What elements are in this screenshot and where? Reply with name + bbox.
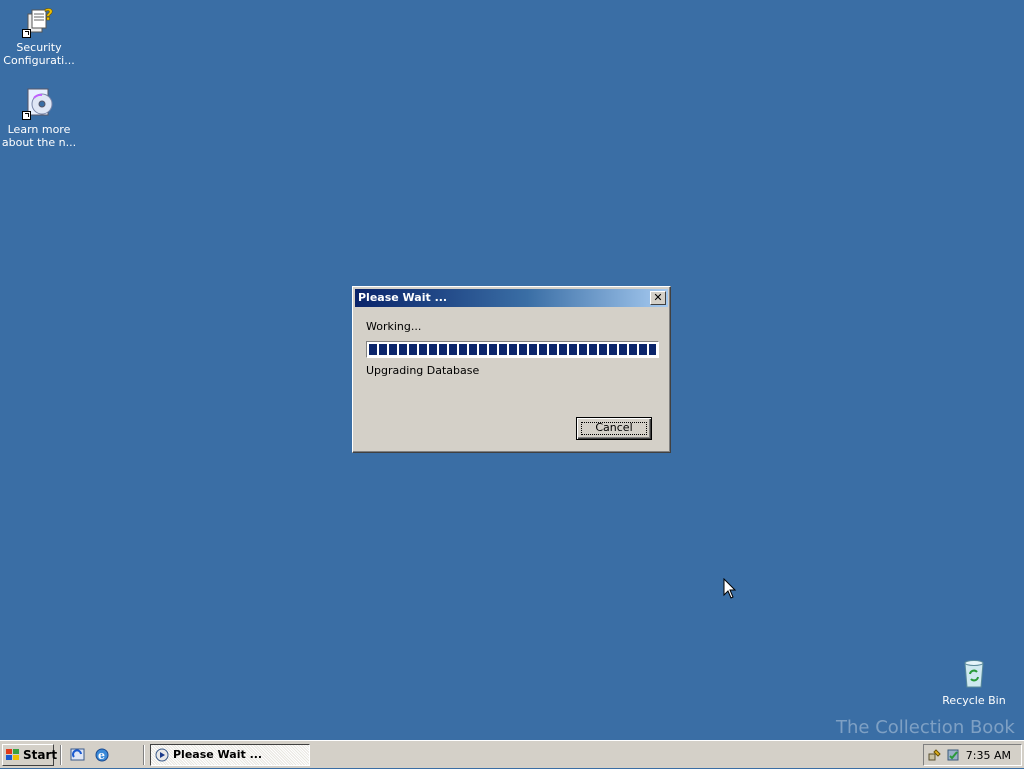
taskbar-separator bbox=[143, 745, 145, 765]
start-button-label: Start bbox=[23, 748, 58, 762]
show-desktop-icon[interactable] bbox=[70, 747, 86, 763]
shortcut-arrow-icon bbox=[22, 29, 31, 38]
dialog-titlebar[interactable]: Please Wait ... ✕ bbox=[355, 289, 668, 307]
windows-logo-icon bbox=[6, 749, 20, 761]
desktop-icon-security-configuration[interactable]: ? Security Configurati... bbox=[1, 4, 77, 67]
taskbar: Start e Please Wait ... 7:35 AM bbox=[0, 740, 1024, 768]
task-button-label: Please Wait ... bbox=[173, 748, 263, 761]
progress-fill bbox=[369, 344, 656, 355]
please-wait-dialog: Please Wait ... ✕ Working... Upgrading D… bbox=[352, 286, 671, 453]
desktop-icon-recycle-bin[interactable]: Recycle Bin bbox=[936, 657, 1012, 707]
cancel-button-label: Cancel bbox=[595, 421, 633, 434]
icon-label: Configurati... bbox=[3, 54, 75, 67]
watermark-text: The Collection Book bbox=[836, 717, 1015, 738]
internet-explorer-icon[interactable]: e bbox=[94, 747, 110, 763]
svg-text:e: e bbox=[98, 749, 105, 762]
icon-label: about the n... bbox=[1, 136, 77, 149]
cancel-button[interactable]: Cancel bbox=[576, 417, 652, 440]
close-icon: ✕ bbox=[653, 291, 663, 304]
task-button-please-wait[interactable]: Please Wait ... bbox=[150, 744, 310, 766]
security-config-icon: ? bbox=[22, 4, 56, 38]
clock[interactable]: 7:35 AM bbox=[966, 749, 1011, 762]
mouse-pointer-icon bbox=[723, 577, 737, 603]
start-button[interactable]: Start bbox=[2, 744, 58, 766]
working-label: Working... bbox=[366, 320, 422, 333]
icon-label: Recycle Bin bbox=[942, 694, 1006, 707]
icon-label: Learn more bbox=[7, 123, 71, 136]
security-tray-icon[interactable] bbox=[946, 748, 960, 762]
system-tray: 7:35 AM bbox=[923, 744, 1022, 766]
icon-label: Security bbox=[16, 41, 62, 54]
network-tray-icon[interactable] bbox=[928, 748, 942, 762]
svg-text:?: ? bbox=[44, 5, 53, 24]
dialog-title: Please Wait ... bbox=[358, 291, 448, 304]
close-button[interactable]: ✕ bbox=[650, 291, 666, 305]
cd-help-icon bbox=[22, 86, 56, 120]
watermark: The Collection Book bbox=[780, 717, 1015, 739]
shortcut-arrow-icon bbox=[22, 111, 31, 120]
recycle-bin-icon bbox=[957, 657, 991, 691]
status-label: Upgrading Database bbox=[366, 364, 480, 377]
desktop-icon-learn-more[interactable]: Learn more about the n... bbox=[1, 86, 77, 149]
task-app-icon bbox=[155, 748, 169, 762]
progress-bar bbox=[366, 341, 659, 358]
taskbar-separator bbox=[60, 745, 62, 765]
